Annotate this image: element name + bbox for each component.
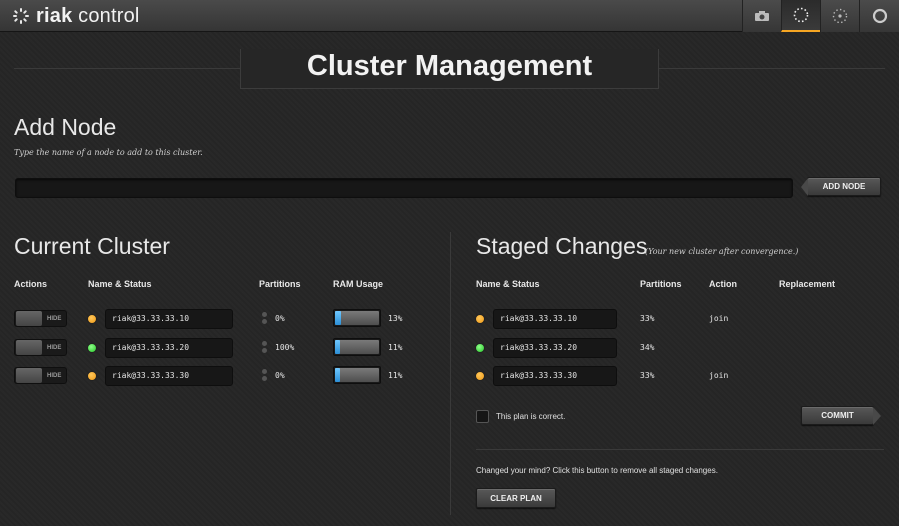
toggle-label: HIDE (47, 316, 61, 322)
title-rule-left (14, 68, 240, 69)
ring-icon (871, 7, 889, 25)
col-name-status: Name & Status (88, 279, 152, 289)
toggle-knob (16, 311, 42, 326)
staged-partitions-value: 33% (640, 371, 654, 380)
confirm-plan-label: This plan is correct. (496, 412, 565, 421)
staged-node-name: riak@33.33.33.10 (493, 309, 617, 329)
node-name: riak@33.33.33.20 (105, 338, 233, 358)
ram-usage-value: 11% (388, 371, 402, 380)
camera-icon (754, 10, 770, 22)
col-ram-usage: RAM Usage (333, 279, 383, 289)
page-title: Cluster Management (241, 49, 658, 83)
add-node-button[interactable]: ADD NODE (807, 177, 881, 196)
ram-usage-fill (335, 368, 340, 382)
status-indicator-orange (87, 371, 97, 381)
clear-plan-button[interactable]: CLEAR PLAN (476, 488, 556, 508)
col-name-status: Name & Status (476, 279, 540, 289)
toggle-knob (16, 340, 42, 355)
status-indicator-green (475, 343, 485, 353)
ram-usage-bar (333, 366, 381, 384)
partitions-value: 0% (275, 314, 285, 323)
nodes-ring-icon (831, 7, 849, 25)
toggle-label: HIDE (47, 373, 61, 379)
status-indicator-orange (87, 314, 97, 324)
confirm-plan-checkbox[interactable] (476, 410, 489, 423)
commit-button[interactable]: COMMIT (801, 406, 874, 425)
ram-usage-value: 11% (388, 343, 402, 352)
partition-stepper-icon (262, 310, 268, 328)
top-bar: riak control (0, 0, 899, 32)
staged-action-value: join (709, 371, 728, 380)
ram-usage-bar (333, 309, 381, 327)
hide-toggle[interactable]: HIDE (14, 310, 67, 327)
add-node-heading: Add Node (14, 114, 116, 141)
staged-action-value: join (709, 314, 728, 323)
staged-changes-heading: Staged Changes (476, 233, 647, 260)
staged-node-name: riak@33.33.33.20 (493, 338, 617, 358)
cluster-ring-icon (792, 6, 810, 24)
toggle-label: HIDE (47, 345, 61, 351)
staged-partitions-value: 34% (640, 343, 654, 352)
main-nav (742, 0, 899, 32)
hide-toggle[interactable]: HIDE (14, 367, 67, 384)
nav-cluster[interactable] (781, 0, 820, 32)
node-name: riak@33.33.33.30 (105, 366, 233, 386)
nav-nodes[interactable] (820, 0, 859, 32)
staged-partitions-value: 33% (640, 314, 654, 323)
ram-usage-fill (335, 340, 340, 354)
brand-name: riak control (36, 5, 140, 28)
hide-toggle[interactable]: HIDE (14, 339, 67, 356)
ram-usage-value: 13% (388, 314, 402, 323)
partition-stepper-icon (262, 339, 268, 357)
partitions-value: 100% (275, 343, 294, 352)
status-indicator-green (87, 343, 97, 353)
staged-changes-subheading: (Your new cluster after convergence.) (645, 247, 798, 256)
add-node-hint: Type the name of a node to add to this c… (14, 148, 203, 157)
clear-plan-hint: Changed your mind? Click this button to … (476, 466, 718, 475)
staged-node-name: riak@33.33.33.30 (493, 366, 617, 386)
title-panel: Cluster Management (240, 49, 659, 89)
title-rule-right (659, 68, 885, 69)
column-divider (450, 232, 451, 515)
logo[interactable]: riak control (12, 5, 140, 27)
current-cluster-heading: Current Cluster (14, 233, 170, 260)
nav-snapshot[interactable] (742, 0, 781, 32)
riak-logo-icon (12, 7, 30, 25)
col-action: Action (709, 279, 737, 289)
node-name: riak@33.33.33.10 (105, 309, 233, 329)
col-partitions: Partitions (640, 279, 682, 289)
col-partitions: Partitions (259, 279, 301, 289)
partitions-value: 0% (275, 371, 285, 380)
node-name-input[interactable] (15, 178, 793, 198)
status-indicator-orange (475, 314, 485, 324)
col-actions: Actions (14, 279, 47, 289)
partition-stepper-icon (262, 367, 268, 385)
section-divider (476, 449, 884, 450)
toggle-knob (16, 368, 42, 383)
status-indicator-orange (475, 371, 485, 381)
ram-usage-bar (333, 338, 381, 356)
ram-usage-fill (335, 311, 341, 325)
col-replacement: Replacement (779, 279, 835, 289)
nav-ring[interactable] (859, 0, 899, 32)
